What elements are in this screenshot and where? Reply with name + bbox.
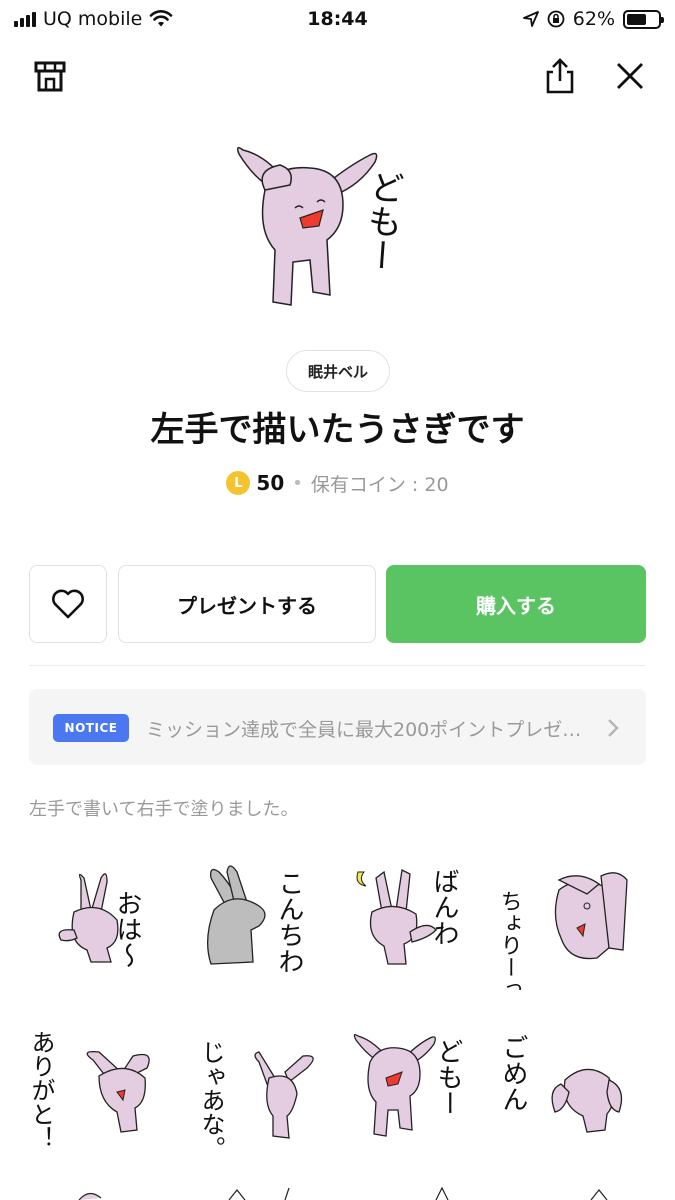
- author-chip[interactable]: 眠井ベル: [286, 350, 390, 392]
- sticker-caption: ちょりーっ: [499, 890, 522, 990]
- sticker-caption: ばんわ: [429, 868, 459, 946]
- sticker-item[interactable]: ありがと！: [27, 1020, 179, 1160]
- sticker-caption: どもー: [433, 1038, 463, 1116]
- sticker-caption: おは〜: [112, 890, 142, 968]
- sticker-item[interactable]: どもー: [344, 1020, 494, 1160]
- notice-banner[interactable]: NOTICE ミッション達成で全員に最大200ポイントプレゼント: [29, 689, 646, 765]
- hero-sticker-image[interactable]: どもー: [225, 130, 420, 320]
- sticker-peek: [499, 1180, 649, 1200]
- chevron-right-icon: [608, 719, 619, 737]
- orientation-lock-icon: [547, 10, 565, 28]
- location-icon: [522, 11, 539, 27]
- price-row: L 50 • 保有コイン : 20: [0, 468, 675, 498]
- sticker-peek: [344, 1180, 494, 1200]
- notice-text: ミッション達成で全員に最大200ポイントプレゼント: [146, 719, 596, 741]
- sticker-item[interactable]: じゃあな。: [189, 1020, 339, 1160]
- battery-icon: [623, 9, 664, 29]
- status-right: 62%: [522, 8, 664, 30]
- coin-icon: L: [226, 471, 251, 495]
- share-icon[interactable]: [540, 56, 580, 100]
- sticker-item[interactable]: こんちわ: [189, 850, 339, 990]
- sticker-item[interactable]: ばんわ: [344, 850, 494, 990]
- pack-description: 左手で書いて右手で塗りました。: [29, 799, 299, 820]
- divider: [29, 665, 646, 666]
- sticker-item[interactable]: おは〜: [29, 850, 179, 990]
- status-bar: UQ mobile 18:44 62%: [0, 0, 675, 38]
- favorite-button[interactable]: [29, 565, 107, 643]
- nav-bar: [0, 50, 675, 102]
- action-buttons: プレゼントする 購入する: [29, 565, 646, 643]
- heart-icon: [52, 589, 84, 619]
- price-separator: •: [292, 472, 303, 494]
- sticker-caption: ごめん: [499, 1034, 528, 1112]
- sticker-item[interactable]: ごめん: [498, 1020, 649, 1160]
- sticker-peek: [189, 1180, 339, 1200]
- gift-button[interactable]: プレゼントする: [118, 565, 376, 643]
- store-icon[interactable]: [32, 58, 68, 98]
- price-value: 50: [256, 471, 285, 495]
- owned-coins: 保有コイン : 20: [310, 473, 449, 496]
- sticker-caption: じゃあな。: [197, 1040, 225, 1160]
- sticker-caption: ありがと！: [29, 1030, 55, 1150]
- battery-percent: 62%: [572, 8, 615, 30]
- buy-button[interactable]: 購入する: [386, 565, 646, 643]
- close-icon[interactable]: [612, 58, 648, 98]
- sticker-caption: こんちわ: [274, 870, 304, 974]
- page-title: 左手で描いたうさぎです: [150, 410, 525, 450]
- hero-caption: どもー: [358, 169, 405, 274]
- sticker-peek: [29, 1180, 179, 1200]
- notice-badge: NOTICE: [53, 714, 129, 742]
- sticker-item[interactable]: ちょりーっ: [497, 850, 649, 1000]
